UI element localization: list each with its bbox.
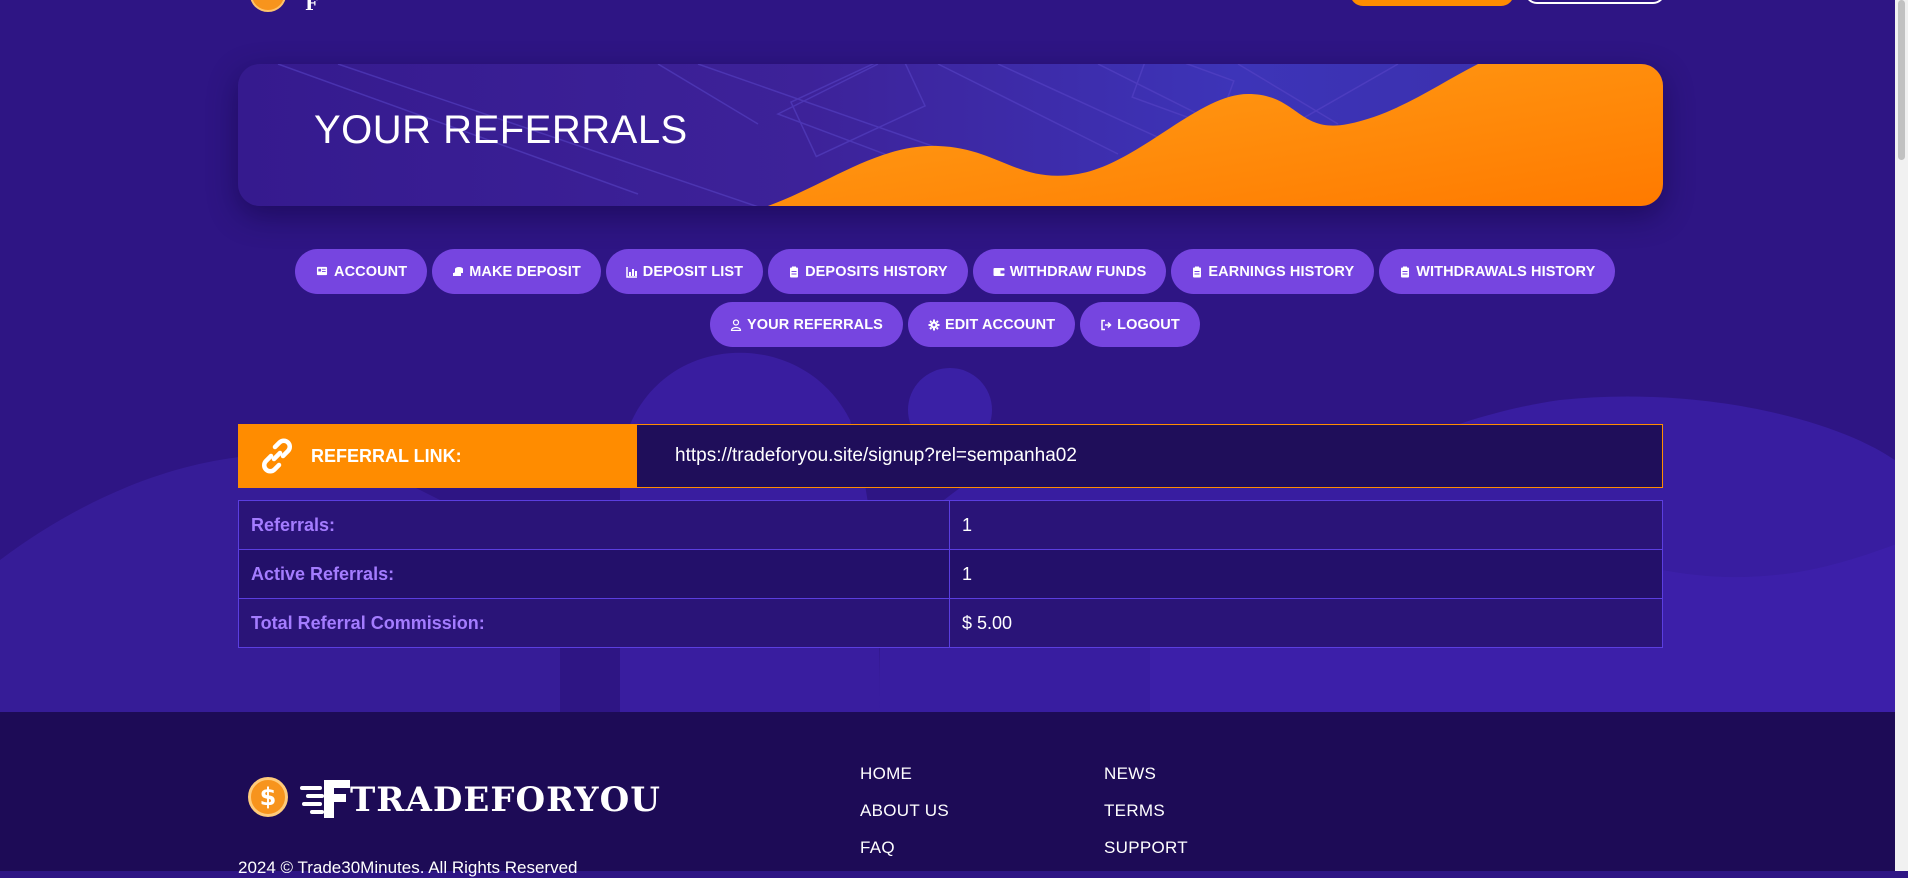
coins-icon [453, 266, 464, 276]
clipboard-icon [1193, 266, 1202, 277]
footer-link-terms[interactable]: TERMS [1104, 801, 1188, 838]
nav-withdraw-funds-button[interactable]: WITHDRAW FUNDS [972, 249, 1167, 294]
nav-edit-account-button[interactable]: EDIT ACCOUNT [907, 302, 1076, 347]
clipboard-icon [1401, 266, 1410, 277]
footer-links-col-2: NEWS TERMS SUPPORT [1104, 764, 1188, 875]
user-icon [730, 318, 742, 331]
nav-earnings-history-label: EARNINGS HISTORY [1208, 263, 1355, 280]
footer-brand-name[interactable]: TRADEFORYOU [350, 780, 661, 820]
nav-your-referrals-label: YOUR REFERRALS [747, 316, 883, 333]
nav-withdraw-funds-label: WITHDRAW FUNDS [1009, 263, 1147, 280]
id-card-icon [316, 266, 328, 276]
footer-link-about-us[interactable]: ABOUT US [860, 801, 949, 838]
referral-link-box: REFERRAL LINK: https://tradeforyou.site/… [238, 424, 1663, 488]
stat-value: $ 5.00 [949, 598, 1663, 648]
nav-deposit-list-label: DEPOSIT LIST [642, 263, 744, 280]
nav-deposit-list-button[interactable]: DEPOSIT LIST [605, 249, 764, 294]
header-secondary-button[interactable] [1525, 0, 1665, 4]
header-primary-button[interactable] [1350, 0, 1514, 6]
footer-links-col-1: HOME ABOUT US FAQ [860, 764, 949, 875]
top-header: F [0, 0, 1908, 15]
logo-mark-icon[interactable]: F [305, 0, 345, 15]
nav-logout-label: LOGOUT [1117, 316, 1180, 333]
stat-value: 1 [949, 500, 1663, 550]
stat-value: 1 [949, 549, 1663, 599]
nav-earnings-history-button[interactable]: EARNINGS HISTORY [1171, 249, 1375, 294]
footer-link-support[interactable]: SUPPORT [1104, 838, 1188, 875]
logout-icon [1101, 319, 1112, 330]
bar-chart-icon [626, 266, 637, 278]
nav-deposits-history-button[interactable]: DEPOSITS HISTORY [768, 249, 968, 294]
footer-link-home[interactable]: HOME [860, 764, 949, 801]
nav-make-deposit-label: MAKE DEPOSIT [469, 263, 581, 280]
scrollbar-thumb[interactable] [1898, 0, 1905, 160]
nav-withdrawals-history-label: WITHDRAWALS HISTORY [1416, 263, 1596, 280]
referral-link-header: REFERRAL LINK: [239, 425, 637, 487]
table-row: Active Referrals: 1 [238, 549, 1663, 599]
link-icon [262, 438, 292, 474]
nav-deposits-history-label: DEPOSITS HISTORY [805, 263, 948, 280]
referral-stats-table: Referrals: 1 Active Referrals: 1 Total R… [238, 500, 1663, 648]
footer-link-news[interactable]: NEWS [1104, 764, 1188, 801]
stat-label: Referrals: [238, 500, 950, 550]
nav-account-label: ACCOUNT [334, 263, 408, 280]
account-nav-row-1: ACCOUNT MAKE DEPOSIT DEPOSIT LIST DEPOSI… [295, 249, 1616, 294]
gear-icon [928, 319, 940, 330]
footer-copyright: 2024 © Trade30Minutes. All Rights Reserv… [238, 858, 578, 877]
wallet-icon [993, 267, 1005, 276]
page-title: YOUR REFERRALS [314, 108, 688, 152]
nav-withdrawals-history-button[interactable]: WITHDRAWALS HISTORY [1379, 249, 1616, 294]
page-scrollbar[interactable] [1895, 0, 1908, 871]
nav-account-button[interactable]: ACCOUNT [295, 249, 428, 294]
footer-logo-coin-icon[interactable]: $ [248, 777, 288, 817]
referral-link-url[interactable]: https://tradeforyou.site/signup?rel=semp… [637, 425, 1662, 487]
stat-label: Active Referrals: [238, 549, 950, 599]
nav-your-referrals-button[interactable]: YOUR REFERRALS [710, 302, 903, 347]
footer-link-faq[interactable]: FAQ [860, 838, 949, 875]
nav-make-deposit-button[interactable]: MAKE DEPOSIT [432, 249, 601, 294]
clipboard-icon [790, 266, 799, 277]
page-banner: YOUR REFERRALS [238, 64, 1663, 206]
table-row: Referrals: 1 [238, 500, 1663, 550]
nav-edit-account-label: EDIT ACCOUNT [944, 316, 1056, 333]
table-row: Total Referral Commission: $ 5.00 [238, 598, 1663, 648]
referral-link-label: REFERRAL LINK: [311, 445, 462, 466]
footer-logo-speed-icon [300, 780, 350, 818]
account-nav-row-2: YOUR REFERRALS EDIT ACCOUNT LOGOUT [710, 302, 1200, 347]
nav-logout-button[interactable]: LOGOUT [1080, 302, 1200, 347]
stat-label: Total Referral Commission: [238, 598, 950, 648]
